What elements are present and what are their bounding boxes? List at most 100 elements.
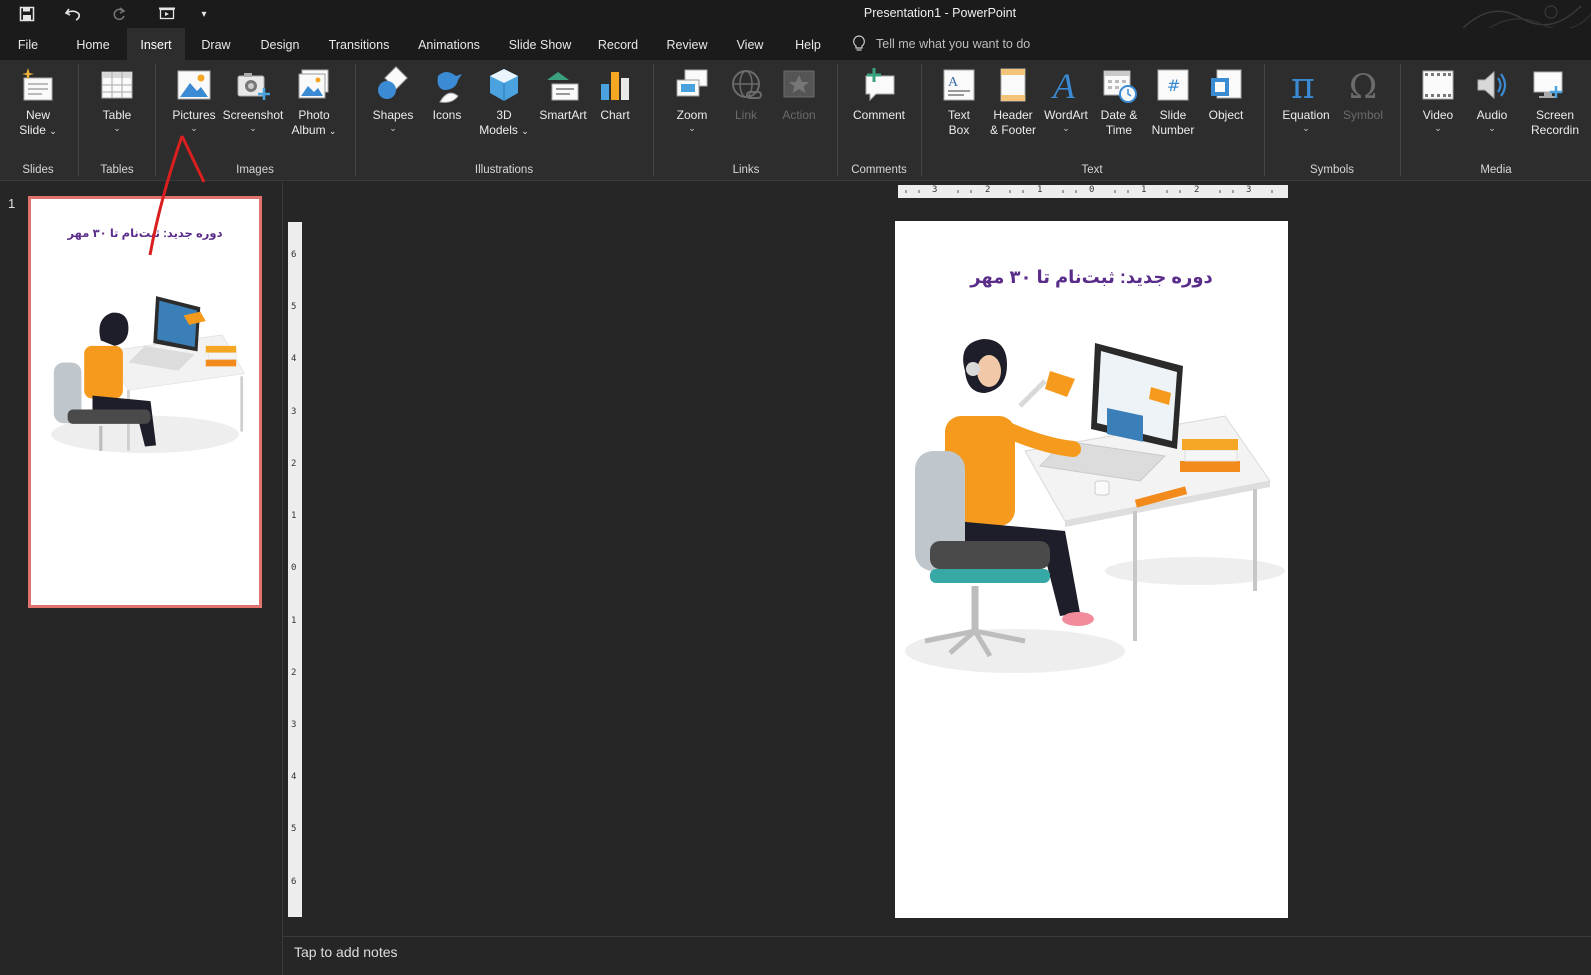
symbol-button[interactable]: Ω Symbol [1338,66,1388,123]
slide-illustration[interactable] [895,331,1288,691]
screen-recording-button[interactable]: Screen Recordin [1520,66,1582,138]
date-time-button[interactable]: Date & Time [1094,66,1144,138]
slide-title-text[interactable]: دوره جدید: ثبت‌نام تا ۳۰ مهر [895,267,1288,288]
shapes-button[interactable]: Shapes ⌄ [366,66,420,133]
equation-button[interactable]: π Equation ⌄ [1276,66,1336,133]
tab-home[interactable]: Home [67,28,119,60]
comment-button[interactable]: Comment [848,66,910,123]
smartart-icon [547,72,579,101]
slide-number-button[interactable]: # Slide Number [1146,66,1200,138]
ruler-mark: 6 [291,250,297,260]
table-button[interactable]: Table ⌄ [90,66,144,133]
photo-album-label-1: Photo [298,108,330,122]
tell-me-placeholder: Tell me what you want to do [876,37,1031,51]
screenshot-label: Screenshot [222,108,284,122]
red-annotation-arrow-icon [148,135,206,256]
3d-models-button[interactable]: 3D Models ⌄ [474,66,534,139]
header-footer-button[interactable]: Header & Footer [986,66,1040,138]
tab-insert[interactable]: Insert [127,28,185,60]
pi-icon: π [1291,66,1315,104]
notes-placeholder[interactable]: Tap to add notes [294,944,398,960]
tell-me-search[interactable]: Tell me what you want to do [852,28,1030,60]
notes-divider [283,936,1591,937]
object-button[interactable]: Object [1202,66,1250,123]
ruler-mark: 0 [291,563,297,573]
text-box-label-2: Box [948,123,970,137]
screenshot-button[interactable]: Screenshot ⌄ [222,66,284,133]
ruler-ticks [905,190,1273,193]
ruler-mark: 5 [291,824,297,834]
tab-help[interactable]: Help [786,28,830,60]
group-text: Text [1081,164,1103,176]
video-button[interactable]: Video ⌄ [1412,66,1464,133]
link-globe-icon [732,70,762,99]
smartart-button[interactable]: SmartArt [536,66,590,123]
action-label: Action [782,108,816,122]
header-footer-label-2: & Footer [989,123,1037,137]
photo-album-button[interactable]: Photo Album ⌄ [286,66,342,139]
new-slide-button[interactable]: New Slide ⌄ [10,66,66,139]
link-button[interactable]: Link [722,66,770,123]
photo-album-icon [298,69,329,99]
tab-review[interactable]: Review [660,28,714,60]
chevron-down-icon: ⌄ [1302,123,1310,133]
screen-recording-label-1: Screen [1535,108,1575,122]
tab-draw[interactable]: Draw [193,28,239,60]
table-icon [101,71,133,99]
picture-icon [177,70,211,100]
chevron-down-icon: ⌄ [1062,123,1070,133]
thumbnail-illustration [51,296,245,454]
cube-icon [490,69,518,101]
table-label: Table [102,108,132,122]
group-separator [837,64,838,176]
speaker-icon [1477,70,1507,100]
text-box-button[interactable]: A Text Box [934,66,984,138]
equation-label: Equation [1282,108,1330,122]
action-button[interactable]: Action [774,66,824,123]
ruler-mark: 2 [291,459,297,469]
vertical-ruler: 6 5 4 3 2 1 0 1 2 3 4 5 6 [288,222,302,917]
omega-icon: Ω [1349,67,1377,104]
tab-slide-show[interactable]: Slide Show [502,28,578,60]
pane-divider [282,182,283,975]
group-separator [921,64,922,176]
tab-record[interactable]: Record [592,28,644,60]
chevron-down-icon: ⌄ [249,123,257,133]
group-links: Links [732,164,760,176]
comment-icon [865,68,895,102]
zoom-button[interactable]: Zoom ⌄ [666,66,718,133]
photo-album-label-2: Album [291,123,326,137]
tab-transitions[interactable]: Transitions [322,28,396,60]
chevron-down-icon: ⌄ [688,123,696,133]
lightbulb-icon [853,35,865,51]
pictures-button[interactable]: Pictures ⌄ [166,66,222,133]
video-icon [1422,70,1454,100]
svg-text:π: π [1291,66,1315,104]
chart-button[interactable]: Chart [592,66,638,123]
group-media: Media [1480,164,1512,176]
tab-animations[interactable]: Animations [410,28,488,60]
tab-design[interactable]: Design [252,28,308,60]
pictures-label: Pictures [172,108,216,122]
slide-number-label-1: Slide [1159,108,1187,122]
new-slide-label-1: New [25,108,50,122]
text-box-label-1: Text [947,108,970,122]
svg-text:A: A [1051,66,1076,104]
tab-view[interactable]: View [728,28,772,60]
slide-canvas[interactable]: دوره جدید: ثبت‌نام تا ۳۰ مهر [895,221,1288,918]
chevron-down-icon: ⌄ [1488,123,1496,133]
group-comments: Comments [851,164,907,176]
chevron-down-icon: ⌄ [49,126,57,136]
title-bar: ▾ Presentation1 - PowerPoint [0,0,1591,35]
audio-button[interactable]: Audio ⌄ [1466,66,1518,133]
wordart-button[interactable]: A WordArt ⌄ [1040,66,1092,133]
ruler-mark: 4 [291,772,297,782]
chart-icon [601,72,629,100]
tab-file[interactable]: File [10,28,46,60]
calendar-clock-icon [1103,70,1137,103]
icons-button[interactable]: Icons [422,66,472,123]
link-label: Link [734,108,757,122]
icons-icon [437,72,462,103]
ruler-mark: 3 [291,407,297,417]
chevron-down-icon: ⌄ [521,126,529,136]
